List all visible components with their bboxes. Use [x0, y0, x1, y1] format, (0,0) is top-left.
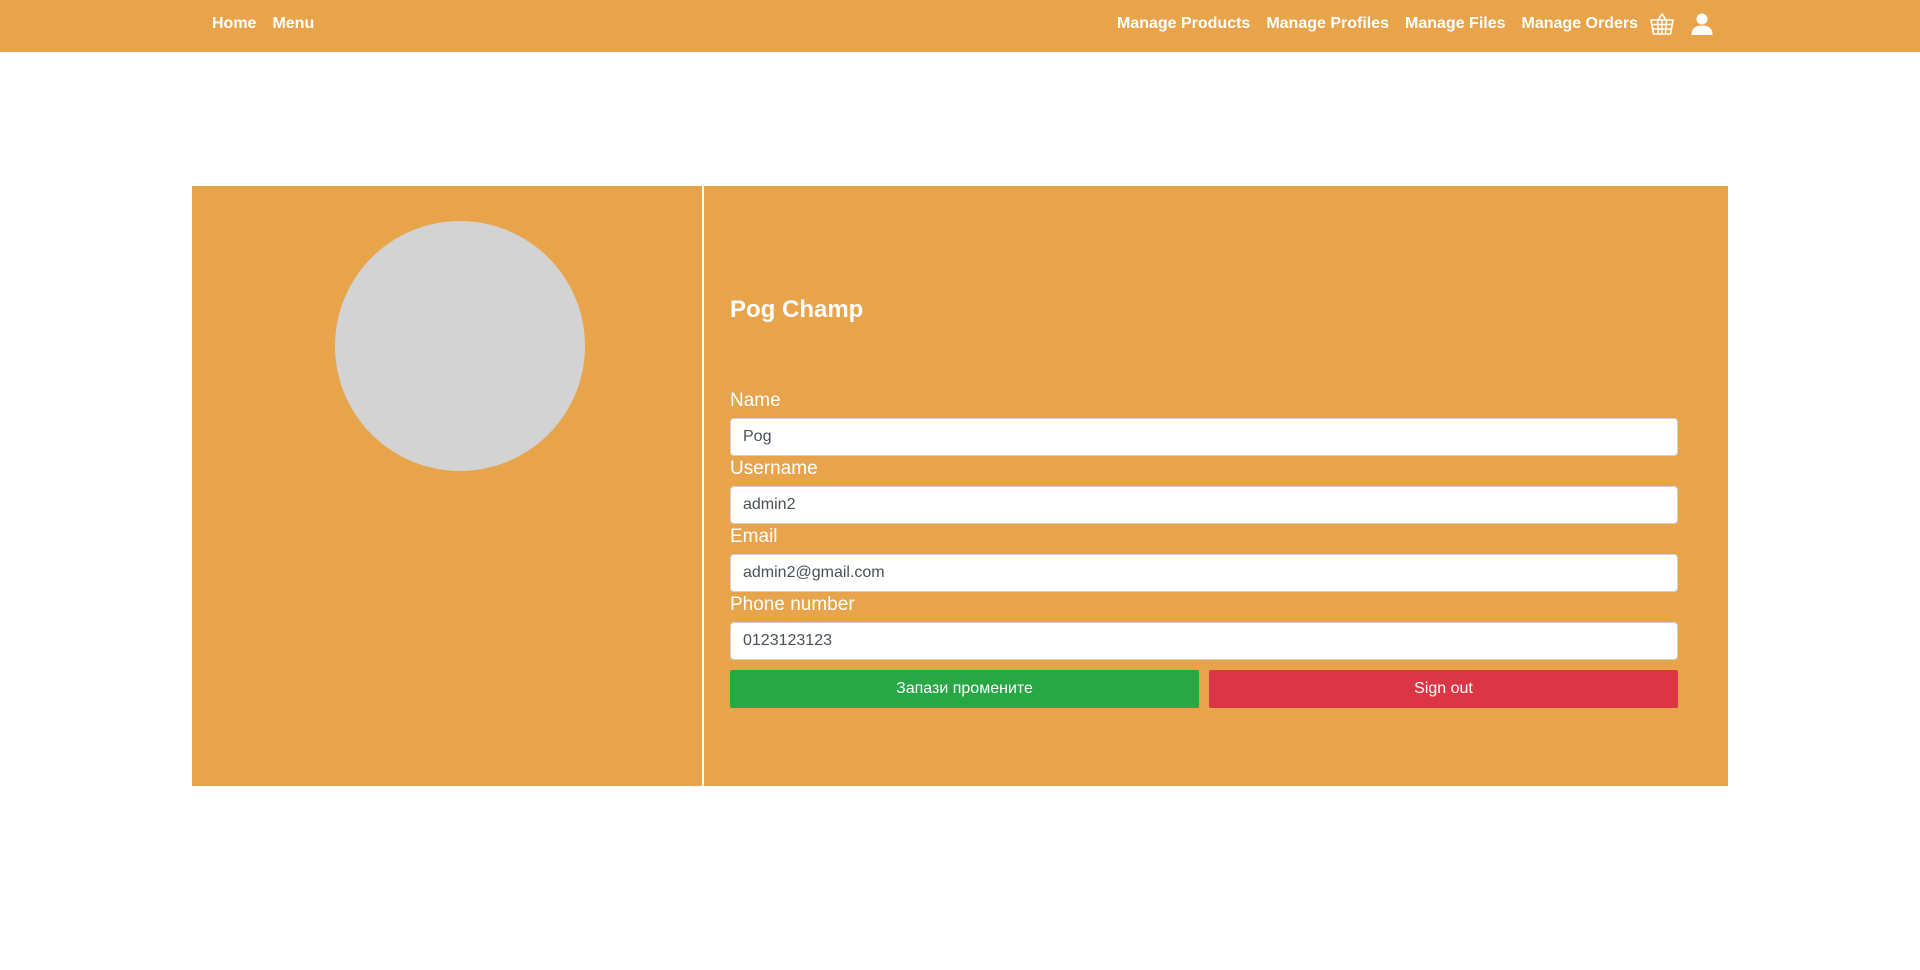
nav-manage-products-link[interactable]: Manage Products	[1117, 15, 1250, 33]
profile-details-pane: Pog Champ Name Username Email Phone numb…	[730, 186, 1678, 786]
nav-manage-orders-link[interactable]: Manage Orders	[1522, 15, 1638, 33]
name-field[interactable]	[730, 418, 1678, 456]
email-label: Email	[730, 526, 778, 547]
avatar	[335, 221, 585, 471]
basket-icon[interactable]	[1649, 11, 1675, 37]
top-navbar: Home Menu Manage Products Manage Profile…	[0, 0, 1920, 52]
name-label: Name	[730, 390, 781, 411]
nav-manage-profiles-link[interactable]: Manage Profiles	[1266, 15, 1389, 33]
email-field[interactable]	[730, 554, 1678, 592]
nav-home-link[interactable]: Home	[212, 15, 256, 33]
form-actions: Запази промените Sign out	[730, 670, 1678, 708]
nav-menu-link[interactable]: Menu	[272, 15, 314, 33]
profile-form: Name Username Email Phone number Запази …	[730, 389, 1678, 708]
user-icon[interactable]	[1689, 11, 1715, 37]
nav-manage-files-link[interactable]: Manage Files	[1405, 15, 1505, 33]
nav-left-group: Home Menu	[212, 0, 314, 48]
sign-out-button[interactable]: Sign out	[1209, 670, 1678, 708]
username-label: Username	[730, 458, 818, 479]
phone-label: Phone number	[730, 594, 855, 615]
avatar-pane	[192, 186, 704, 786]
phone-field[interactable]	[730, 622, 1678, 660]
profile-display-name: Pog Champ	[730, 296, 864, 323]
profile-card: Pog Champ Name Username Email Phone numb…	[192, 186, 1728, 786]
nav-right-group: Manage Products Manage Profiles Manage F…	[1117, 0, 1715, 48]
save-changes-button[interactable]: Запази промените	[730, 670, 1199, 708]
username-field[interactable]	[730, 486, 1678, 524]
